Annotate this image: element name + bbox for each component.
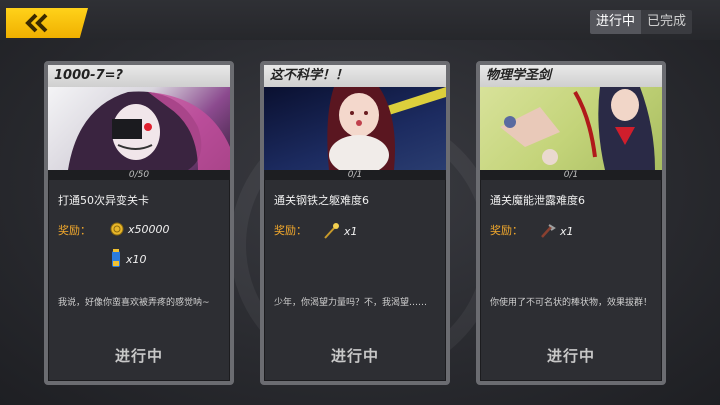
card-title: 物理学圣剑 <box>480 65 662 87</box>
card-illustration <box>480 87 662 170</box>
progress-text: 0/1 <box>264 170 446 180</box>
achievement-card-3[interactable]: 物理学圣剑 0/1 通关魔能泄露难度6 奖励： x1 你使用了不可名状的棒状物，… <box>476 61 666 385</box>
card-title: 这不科学！！ <box>264 65 446 87</box>
status-label: 进行中 <box>330 347 379 365</box>
status-label: 进行中 <box>546 347 595 365</box>
back-arrow-icon <box>25 13 48 33</box>
reward-label: 奖励： <box>58 224 91 237</box>
tab-completed[interactable]: 已完成 <box>641 10 693 34</box>
reward-amount: x1 <box>560 224 574 238</box>
card-illustration <box>264 87 446 170</box>
reward-label: 奖励： <box>490 224 523 237</box>
flavor-text: 少年，你渴望力量吗？不，我渴望…… <box>274 298 428 308</box>
achievement-card-1[interactable]: 1000-7=? 0/50 打通50次异变关卡 奖励： x50000 x10 我… <box>44 61 234 385</box>
gold-coin-icon <box>110 222 124 236</box>
reward-amount: x50000 <box>128 222 170 236</box>
golden-staff-icon <box>324 223 339 239</box>
progress-text: 0/50 <box>48 170 230 180</box>
reward-amount: x10 <box>126 252 147 266</box>
reward-item: x1 <box>538 222 574 240</box>
task-text: 打通50次异变关卡 <box>58 194 149 207</box>
crowbar-icon <box>541 224 556 238</box>
flavor-text: 你使用了不可名状的棒状物，效果拔群！ <box>490 298 653 308</box>
card-illustration <box>48 87 230 170</box>
progress-text: 0/1 <box>480 170 662 180</box>
reward-item: x1 <box>322 222 358 240</box>
tab-group: 进行中 已完成 <box>590 10 693 34</box>
back-button[interactable] <box>6 8 88 38</box>
reward-item: x10 <box>110 249 147 269</box>
reward-item: x50000 <box>110 222 170 236</box>
task-text: 通关钢铁之躯难度6 <box>274 194 369 207</box>
reward-amount: x1 <box>344 224 358 238</box>
status-label: 进行中 <box>114 347 163 365</box>
energy-potion-icon <box>112 249 120 267</box>
tab-in-progress[interactable]: 进行中 <box>590 10 642 34</box>
reward-label: 奖励： <box>274 224 307 237</box>
card-title: 1000-7=? <box>48 65 230 87</box>
flavor-text: 我说，好像你蛮喜欢被弄疼的感觉呐~ <box>58 298 210 308</box>
achievement-card-2[interactable]: 这不科学！！ 0/1 通关钢铁之躯难度6 奖励： x1 少年，你渴望力量吗？不，… <box>260 61 450 385</box>
task-text: 通关魔能泄露难度6 <box>490 194 585 207</box>
